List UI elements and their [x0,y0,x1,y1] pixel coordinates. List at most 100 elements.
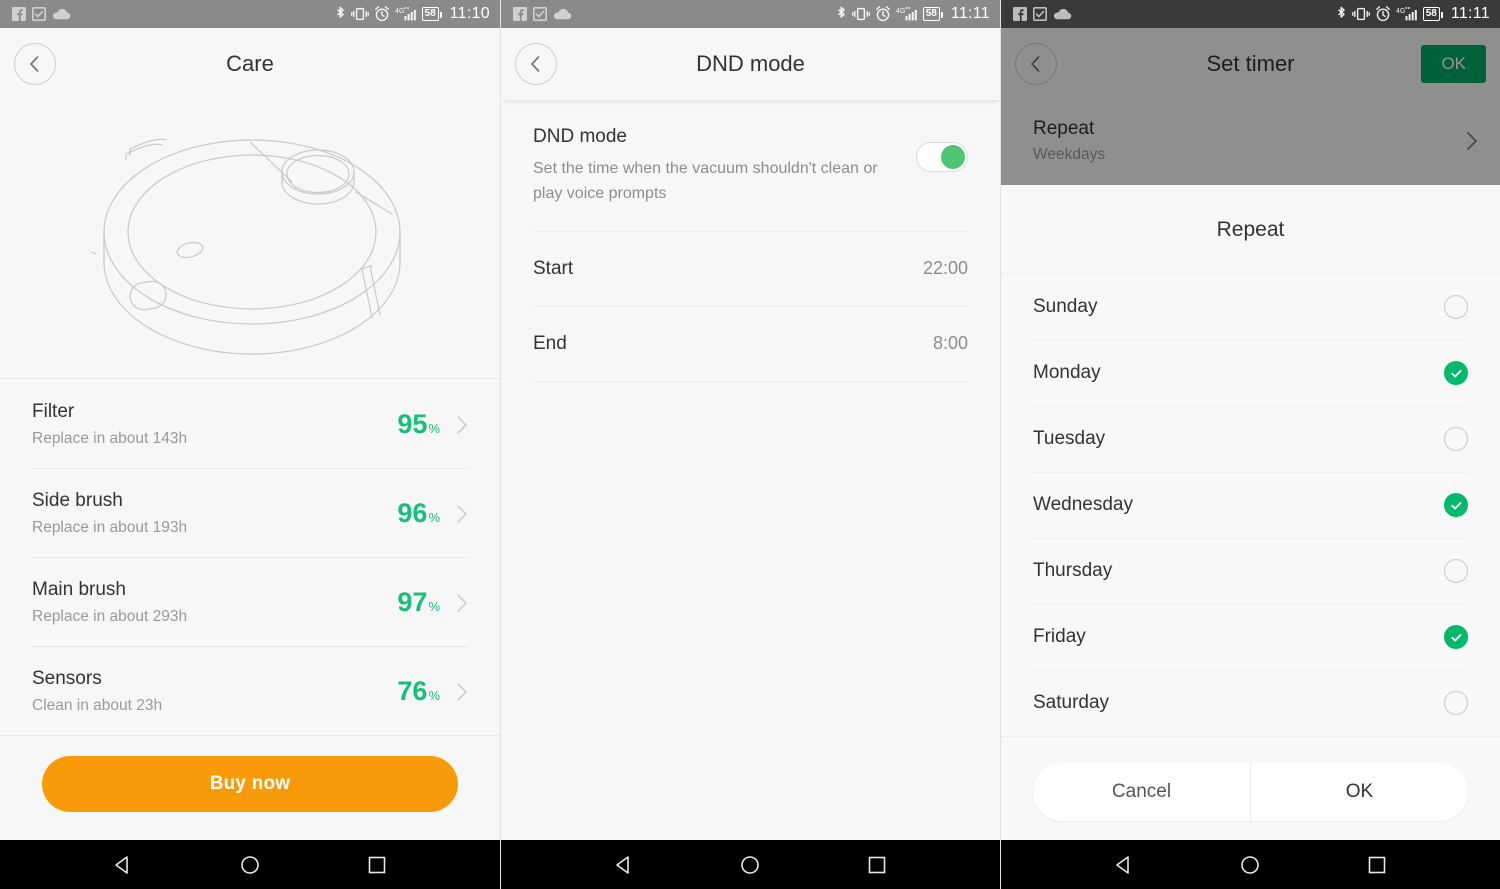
recents-square-icon[interactable] [1366,854,1388,876]
tasks-icon [32,7,46,21]
clock: 11:11 [950,5,990,22]
android-nav-bar [501,840,1000,889]
home-circle-icon[interactable] [1239,854,1261,876]
day-row-saturday[interactable]: Saturday [1033,670,1468,736]
day-checkbox-checked[interactable] [1444,361,1468,385]
chevron-right-icon [456,682,468,702]
status-icons-left [12,7,71,21]
day-row-wednesday[interactable]: Wednesday [1033,472,1468,538]
recents-square-icon[interactable] [866,854,888,876]
day-row-thursday[interactable]: Thursday [1033,538,1468,604]
dnd-toggle-texts: DND mode Set the time when the vacuum sh… [533,126,916,207]
back-button[interactable] [1015,43,1057,85]
cloud-icon [52,8,71,20]
care-item-side-brush[interactable]: Side brush Replace in about 193h 96% [32,468,468,557]
chevron-left-icon [30,56,39,72]
back-triangle-icon[interactable] [613,854,635,876]
page-title: DND mode [696,51,805,76]
day-label: Friday [1033,626,1086,647]
percent-unit: % [428,688,440,703]
status-icons-right: 4G 58 11:11 [836,5,990,23]
day-row-monday[interactable]: Monday [1033,340,1468,406]
care-item-value: 95 [397,409,428,439]
battery-indicator: 58 [421,7,442,21]
home-circle-icon[interactable] [239,854,261,876]
care-screen: 4G 58 11:10 Care Filter Replace in about… [0,0,500,889]
care-item-sensors[interactable]: Sensors Clean in about 23h 76% [32,646,468,735]
dnd-start-label: Start [533,257,574,279]
back-button[interactable] [515,43,557,85]
clock: 11:11 [1450,5,1490,22]
day-checkbox-unchecked[interactable] [1444,691,1468,715]
back-triangle-icon[interactable] [1113,854,1135,876]
dnd-toggle-switch[interactable] [916,142,968,172]
divider [533,380,968,382]
svg-text:4G: 4G [896,8,905,15]
chevron-left-icon [1031,56,1040,72]
repeat-row-label: Repeat [1033,118,1095,139]
care-item-percent: 97% [397,587,440,618]
svg-text:4G: 4G [1396,8,1405,15]
dnd-end-value: 8:00 [932,333,968,354]
dnd-start-row[interactable]: Start 22:00 [533,232,968,306]
repeat-dialog: Repeat Sunday Monday Tuesday Wednesday T… [1001,185,1500,840]
chevron-right-icon [456,415,468,435]
dnd-section-title: DND mode [533,126,627,147]
care-item-percent: 96% [397,498,440,529]
battery-indicator: 58 [1422,7,1443,21]
care-item-texts: Filter Replace in about 143h [32,401,397,448]
bluetooth-icon [837,6,845,18]
cloud-icon [1053,8,1072,20]
header-ok-button[interactable]: OK [1421,45,1486,83]
dialog-cancel-button[interactable]: Cancel [1033,781,1250,803]
care-item-filter[interactable]: Filter Replace in about 143h 95% [32,379,468,468]
set-timer-title-bar: Set timer OK [1001,28,1500,100]
dialog-ok-button[interactable]: OK [1251,781,1468,803]
day-checkbox-unchecked[interactable] [1444,427,1468,451]
check-icon [1450,501,1461,510]
status-bar: 4G 58 11:11 [501,0,1000,28]
status-bar: 4G 58 11:11 [1001,0,1500,28]
dnd-screen: 4G 58 11:11 DND mode DND mode Set the ti… [500,0,1000,889]
dialog-actions: Cancel OK [1033,763,1468,821]
dnd-end-row[interactable]: End 8:00 [533,307,968,381]
home-circle-icon[interactable] [739,854,761,876]
bluetooth-icon [336,6,344,18]
tasks-icon [1033,7,1047,21]
repeat-days-list: Sunday Monday Tuesday Wednesday Thursday… [1001,274,1500,736]
day-checkbox-unchecked[interactable] [1444,295,1468,319]
day-row-sunday[interactable]: Sunday [1033,274,1468,340]
signal-4g-icon: 4G [1396,7,1417,21]
android-nav-bar [0,840,500,889]
dnd-toggle-row[interactable]: DND mode Set the time when the vacuum sh… [533,100,968,231]
battery-level: 58 [1425,8,1437,19]
signal-4g-icon: 4G [395,7,416,21]
status-icons-right: 4G 58 11:11 [1336,5,1490,23]
care-item-name: Filter [32,401,75,422]
repeat-dialog-title: Repeat [1216,218,1285,241]
back-button[interactable] [14,43,56,85]
facebook-icon [513,7,527,21]
signal-4g-icon: 4G [896,7,917,21]
day-row-friday[interactable]: Friday [1033,604,1468,670]
day-checkbox-unchecked[interactable] [1444,559,1468,583]
care-item-name: Sensors [32,668,102,689]
buy-now-button[interactable]: Buy now [42,756,458,812]
day-checkbox-checked[interactable] [1444,493,1468,517]
check-icon [1450,633,1461,642]
status-bar: 4G 58 11:10 [0,0,500,28]
day-checkbox-checked[interactable] [1444,625,1468,649]
repeat-setting-row[interactable]: Repeat Weekdays [1001,100,1500,184]
day-row-tuesday[interactable]: Tuesday [1033,406,1468,472]
bluetooth-icon [1337,6,1345,18]
care-item-sub: Replace in about 293h [32,608,188,625]
care-item-main-brush[interactable]: Main brush Replace in about 293h 97% [32,557,468,646]
care-item-name: Main brush [32,579,126,600]
day-label: Thursday [1033,560,1113,581]
recents-square-icon[interactable] [366,854,388,876]
repeat-row-texts: Repeat Weekdays [1033,118,1466,164]
percent-unit: % [428,599,440,614]
back-triangle-icon[interactable] [112,854,134,876]
care-item-texts: Side brush Replace in about 193h [32,490,397,537]
day-label: Sunday [1033,296,1098,317]
